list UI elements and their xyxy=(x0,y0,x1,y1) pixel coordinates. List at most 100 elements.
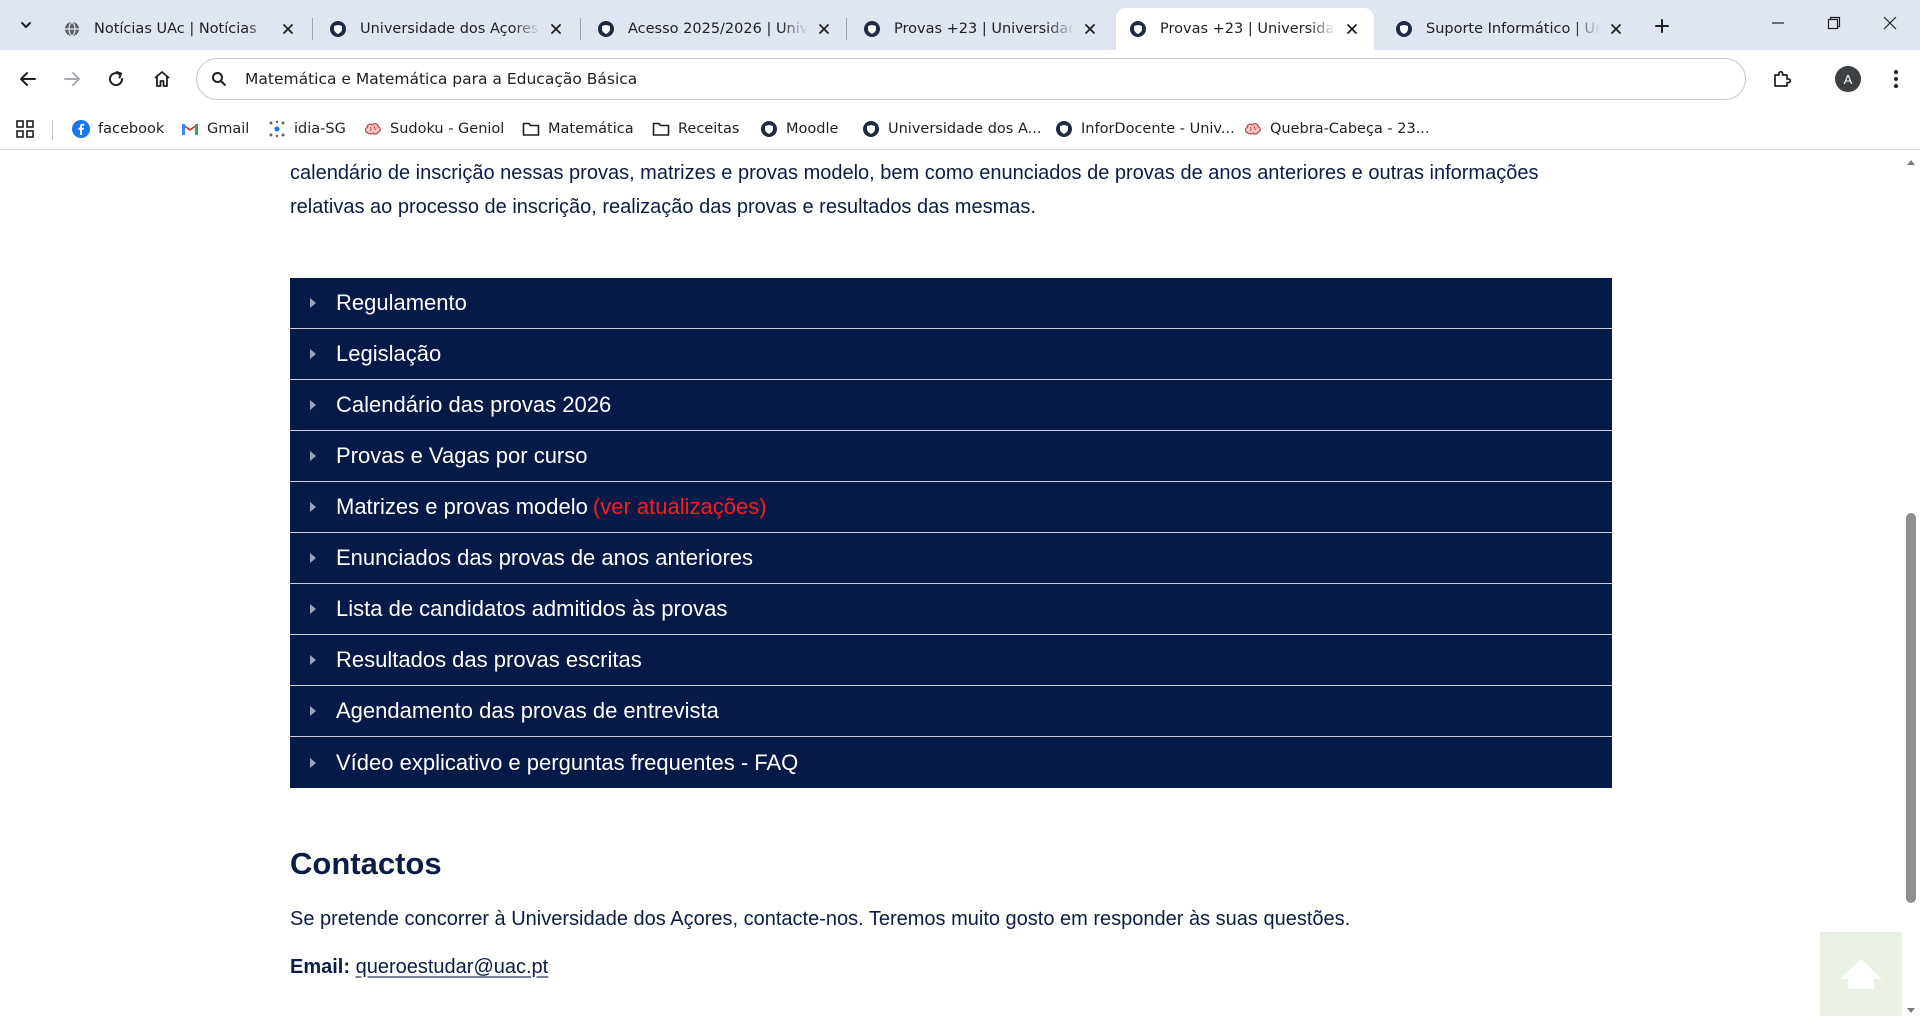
caret-right-icon xyxy=(308,604,318,614)
tab-universidade[interactable]: Universidade dos Açores | xyxy=(316,8,578,50)
uac-shield-icon xyxy=(1055,120,1073,138)
caret-right-icon xyxy=(308,706,318,716)
close-tab-icon[interactable] xyxy=(814,19,834,39)
close-tab-icon[interactable] xyxy=(278,19,298,39)
bookmarks-bar: facebook Gmail idia-SG Sudoku - Geniol M… xyxy=(0,108,1920,150)
accordion-item-provas-vagas[interactable]: Provas e Vagas por curso xyxy=(290,431,1612,482)
accordion-item-regulamento[interactable]: Regulamento xyxy=(290,278,1612,329)
accordion-label: Agendamento das provas de entrevista xyxy=(336,698,719,723)
uac-shield-icon xyxy=(864,21,880,37)
bookmark-facebook[interactable]: facebook xyxy=(72,116,164,142)
bookmark-quebra-cabeca[interactable]: Quebra-Cabeça - 23... xyxy=(1244,116,1430,142)
scrollbar-thumb[interactable] xyxy=(1906,513,1916,903)
browser-menu-button[interactable] xyxy=(1880,63,1912,95)
caret-right-icon xyxy=(308,655,318,665)
minimize-icon xyxy=(1772,22,1784,24)
facebook-icon xyxy=(72,120,90,138)
bookmark-folder-receitas[interactable]: Receitas xyxy=(652,116,739,142)
home-icon xyxy=(154,71,170,87)
scroll-up-icon[interactable] xyxy=(1906,157,1916,167)
accordion-label: Calendário das provas 2026 xyxy=(336,392,612,417)
accordion-item-calendario[interactable]: Calendário das provas 2026 xyxy=(290,380,1612,431)
tab-provas-active[interactable]: Provas +23 | Universidade dos xyxy=(1116,8,1374,50)
reload-button[interactable] xyxy=(100,63,132,95)
page-scrollbar[interactable] xyxy=(1902,151,1920,1020)
gmail-icon xyxy=(181,120,199,138)
bookmark-label: InforDocente - Univ... xyxy=(1081,121,1235,137)
close-tab-icon[interactable] xyxy=(546,19,566,39)
accordion-label: Resultados das provas escritas xyxy=(336,647,642,672)
tab-provas-1[interactable]: Provas +23 | Universidade dos xyxy=(850,8,1112,50)
caret-right-icon xyxy=(308,451,318,461)
accordion-label: Legislação xyxy=(336,341,442,366)
bookmark-moodle[interactable]: Moodle xyxy=(760,116,838,142)
restore-icon xyxy=(1827,16,1841,30)
caret-right-icon xyxy=(308,298,318,308)
new-tab-button[interactable] xyxy=(1648,12,1676,40)
scroll-down-icon[interactable] xyxy=(1906,1006,1916,1016)
page-content: calendário de inscrição nessas provas, m… xyxy=(290,151,1612,982)
accordion-item-video-faq[interactable]: Vídeo explicativo e perguntas frequentes… xyxy=(290,737,1612,788)
accordion-item-legislacao[interactable]: Legislação xyxy=(290,329,1612,380)
tab-title: Suporte Informático | Universidade xyxy=(1426,21,1600,37)
bookmark-folder-matematica[interactable]: Matemática xyxy=(522,116,634,142)
accordion-label: Matrizes e provas modelo xyxy=(336,494,588,519)
bookmark-label: Receitas xyxy=(678,121,740,137)
uac-shield-icon xyxy=(862,120,880,138)
accordion-item-enunciados[interactable]: Enunciados das provas de anos anteriores xyxy=(290,533,1612,584)
arrow-left-icon xyxy=(20,72,36,86)
address-bar[interactable]: Matemática e Matemática para a Educação … xyxy=(196,58,1746,100)
tab-separator xyxy=(312,18,313,40)
tab-separator xyxy=(846,18,847,40)
back-button[interactable] xyxy=(12,63,44,95)
bookmark-label: idia-SG xyxy=(294,121,346,137)
uac-shield-icon xyxy=(598,21,614,37)
intro-line-1: calendário de inscrição nessas provas, m… xyxy=(290,162,1539,184)
caret-right-icon xyxy=(308,349,318,359)
extensions-button[interactable] xyxy=(1766,63,1798,95)
arrow-right-icon xyxy=(64,72,80,86)
forward-button[interactable] xyxy=(56,63,88,95)
bookmark-gmail[interactable]: Gmail xyxy=(181,116,249,142)
restore-button[interactable] xyxy=(1806,0,1862,46)
back-to-top-button[interactable] xyxy=(1820,932,1902,1016)
caret-right-icon xyxy=(308,400,318,410)
accordion-item-resultados[interactable]: Resultados das provas escritas xyxy=(290,635,1612,686)
email-link[interactable]: queroestudar@uac.pt xyxy=(356,956,549,978)
bookmark-sudoku[interactable]: Sudoku - Geniol xyxy=(364,116,504,142)
apps-button[interactable] xyxy=(14,118,36,140)
apps-grid-icon xyxy=(16,120,34,138)
uac-shield-icon xyxy=(1396,21,1412,37)
accordion-item-matrizes[interactable]: Matrizes e provas modelo (ver atualizaçõ… xyxy=(290,482,1612,533)
caret-right-icon xyxy=(308,553,318,563)
close-tab-icon[interactable] xyxy=(1080,19,1100,39)
close-tab-icon[interactable] xyxy=(1606,19,1626,39)
bookmark-label: Matemática xyxy=(548,121,634,137)
close-tab-icon[interactable] xyxy=(1342,19,1362,39)
tab-noticias[interactable]: Notícias UAc | Notícias xyxy=(50,8,310,50)
accordion-item-agendamento[interactable]: Agendamento das provas de entrevista xyxy=(290,686,1612,737)
bookmark-idia-sg[interactable]: idia-SG xyxy=(268,116,346,142)
close-window-button[interactable] xyxy=(1862,0,1918,46)
idia-icon xyxy=(268,120,286,138)
accordion-item-lista-candidatos[interactable]: Lista de candidatos admitidos às provas xyxy=(290,584,1612,635)
minimize-button[interactable] xyxy=(1750,0,1806,46)
tab-acesso[interactable]: Acesso 2025/2026 | Universidade xyxy=(584,8,846,50)
accordion-label: Enunciados das provas de anos anteriores xyxy=(336,545,754,570)
tab-search-button[interactable] xyxy=(10,10,42,40)
uac-shield-icon xyxy=(330,21,346,37)
provas-accordion: Regulamento Legislação Calendário das pr… xyxy=(290,278,1612,788)
address-bar-text[interactable]: Matemática e Matemática para a Educação … xyxy=(245,70,637,88)
brain-icon xyxy=(364,120,382,138)
bookmarks-separator xyxy=(52,120,53,140)
tab-suporte[interactable]: Suporte Informático | Universidade xyxy=(1382,8,1638,50)
home-button[interactable] xyxy=(146,63,178,95)
brain-icon xyxy=(1244,120,1262,138)
tab-title: Provas +23 | Universidade dos xyxy=(1160,21,1336,37)
puzzle-icon xyxy=(1774,70,1792,87)
bookmark-universidade[interactable]: Universidade dos A... xyxy=(862,116,1041,142)
bookmark-label: Sudoku - Geniol xyxy=(390,121,505,137)
close-icon xyxy=(1883,16,1897,30)
profile-avatar[interactable]: A xyxy=(1835,66,1861,92)
bookmark-infordocente[interactable]: InforDocente - Univ... xyxy=(1055,116,1235,142)
